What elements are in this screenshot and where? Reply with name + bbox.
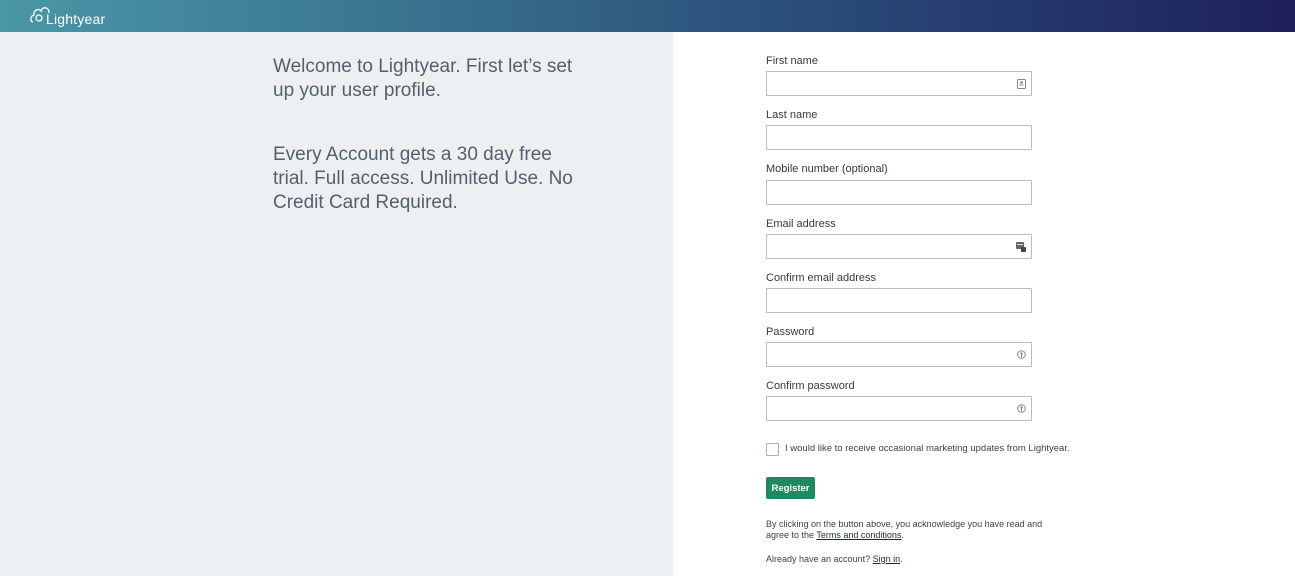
terms-link[interactable]: Terms and conditions bbox=[816, 530, 901, 540]
confirm-password-input[interactable] bbox=[766, 396, 1032, 421]
brand-logo[interactable]: Lightyear bbox=[30, 2, 105, 28]
first-name-label: First name bbox=[766, 55, 818, 67]
contact-card-icon[interactable] bbox=[1016, 79, 1026, 89]
mobile-number-label: Mobile number (optional) bbox=[766, 163, 888, 175]
trial-text: Every Account gets a 30 day free trial. … bbox=[273, 144, 573, 213]
signin-notice: Already have an account? Sign in. bbox=[766, 554, 903, 565]
last-name-input[interactable] bbox=[766, 125, 1032, 150]
last-name-label: Last name bbox=[766, 109, 818, 121]
brand-name: Lightyear bbox=[46, 11, 106, 27]
intro-panel bbox=[0, 32, 673, 576]
welcome-text: Welcome to Lightyear. First let’s set up… bbox=[273, 56, 573, 101]
key-icon[interactable] bbox=[1016, 404, 1026, 414]
confirm-password-label: Confirm password bbox=[766, 380, 855, 392]
password-label: Password bbox=[766, 326, 815, 338]
key-icon[interactable] bbox=[1016, 350, 1026, 360]
email-label: Email address bbox=[766, 218, 836, 230]
top-bar: Lightyear bbox=[0, 0, 1295, 32]
password-input[interactable] bbox=[766, 342, 1032, 367]
signin-prefix: Already have an account? bbox=[766, 554, 873, 564]
confirm-email-label: Confirm email address bbox=[766, 272, 877, 284]
autofill-card-icon[interactable] bbox=[1016, 242, 1026, 252]
confirm-email-input[interactable] bbox=[766, 288, 1032, 313]
terms-prefix: By clicking on the button above, you ack… bbox=[766, 519, 1043, 540]
marketing-checkbox-label[interactable]: I would like to receive occasional marke… bbox=[785, 443, 1070, 455]
signin-suffix: . bbox=[900, 554, 903, 564]
first-name-input[interactable] bbox=[766, 71, 1032, 96]
signin-link[interactable]: Sign in bbox=[873, 554, 901, 564]
register-button[interactable]: Register bbox=[766, 477, 815, 499]
terms-suffix: . bbox=[901, 530, 904, 540]
mobile-number-input[interactable] bbox=[766, 180, 1032, 205]
terms-notice: By clicking on the button above, you ack… bbox=[766, 519, 1046, 541]
email-input[interactable] bbox=[766, 234, 1032, 259]
marketing-checkbox[interactable] bbox=[766, 443, 779, 456]
